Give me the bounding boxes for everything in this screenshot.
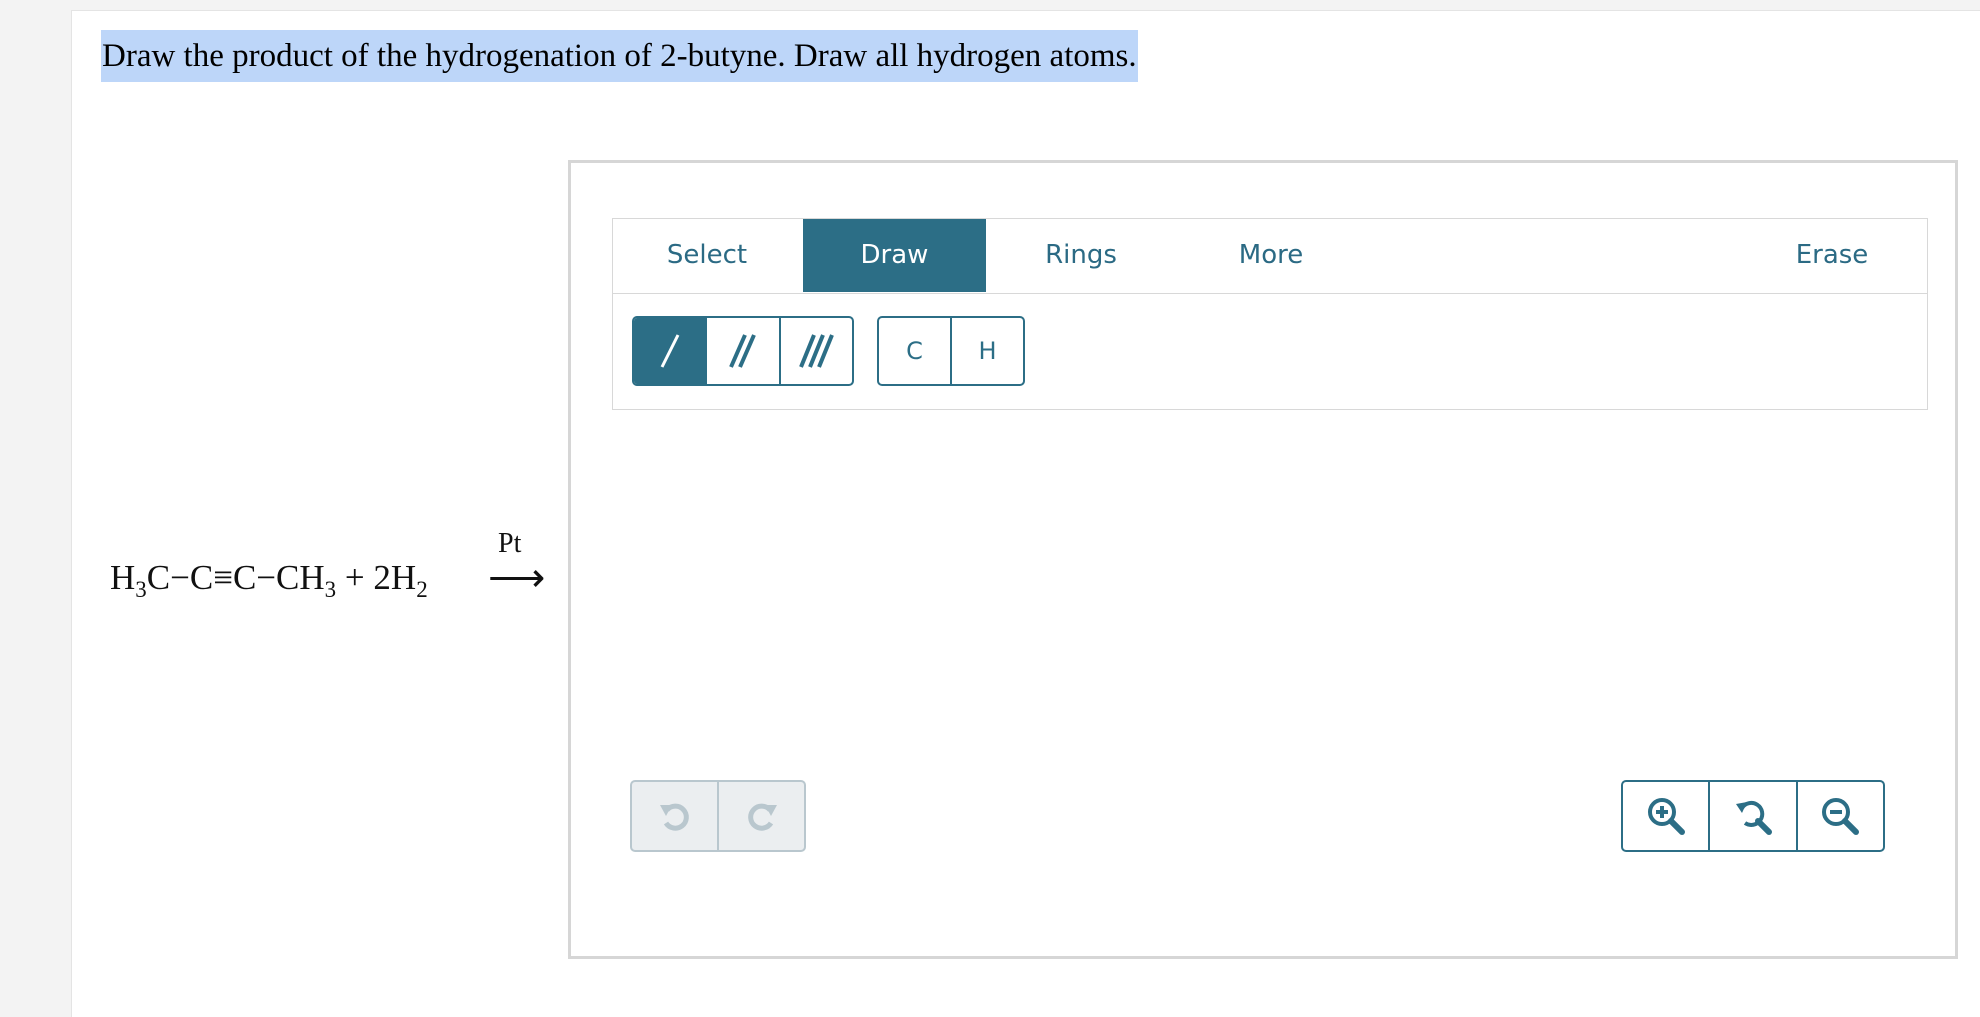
- atom-hydrogen-button[interactable]: H: [952, 318, 1023, 384]
- atom-tools: C H: [877, 316, 1025, 386]
- triple-bond-button[interactable]: [781, 318, 852, 384]
- reaction-formula: H3C−C≡C−CH3 + 2H2: [110, 558, 428, 601]
- reaction-equation: H3C−C≡C−CH3 + 2H2 Pt ⟶: [110, 528, 550, 608]
- reactant-chain: C−C≡C−CH: [146, 558, 325, 597]
- reaction-arrow: ⟶: [488, 555, 546, 600]
- bond-tools: [632, 316, 854, 386]
- zoom-reset-button[interactable]: [1710, 782, 1798, 850]
- tab-more[interactable]: More: [1176, 219, 1366, 292]
- atom-carbon-button[interactable]: C: [879, 318, 952, 384]
- single-bond-button[interactable]: [634, 318, 708, 384]
- undo-icon: [659, 803, 689, 831]
- zoom-reset-icon: [1735, 800, 1772, 835]
- double-bond-button[interactable]: [707, 318, 781, 384]
- tool-tabs: Select Draw Rings More Erase: [613, 219, 1927, 294]
- plus-coefficient: + 2: [344, 558, 391, 597]
- tab-erase[interactable]: Erase: [1737, 219, 1927, 292]
- zoom-controls: [1621, 780, 1885, 852]
- tab-rings[interactable]: Rings: [986, 219, 1176, 292]
- redo-button[interactable]: [719, 782, 804, 850]
- history-controls: [630, 780, 806, 852]
- reactant-ch3-subscript: 3: [324, 577, 337, 602]
- zoom-out-button[interactable]: [1798, 782, 1883, 850]
- zoom-in-button[interactable]: [1623, 782, 1711, 850]
- single-bond-icon: [660, 334, 679, 368]
- zoom-in-icon: [1647, 798, 1685, 835]
- hydrogen-subscript: 2: [416, 577, 428, 602]
- reactant-h-subscript: 3: [135, 577, 147, 602]
- molecule-editor[interactable]: Select Draw Rings More Erase C H: [568, 160, 1958, 959]
- reactant-h: H: [110, 558, 136, 597]
- tab-select[interactable]: Select: [613, 219, 801, 292]
- editor-toolbar: Select Draw Rings More Erase C H: [612, 218, 1928, 410]
- zoom-out-icon: [1822, 798, 1860, 835]
- redo-icon: [747, 803, 777, 831]
- tab-draw[interactable]: Draw: [803, 219, 986, 292]
- undo-button[interactable]: [632, 782, 719, 850]
- question-text: Draw the product of the hydrogenation of…: [101, 30, 1138, 82]
- double-bond-icon: [729, 334, 756, 368]
- hydrogen-h: H: [390, 558, 417, 597]
- triple-bond-icon: [799, 334, 835, 368]
